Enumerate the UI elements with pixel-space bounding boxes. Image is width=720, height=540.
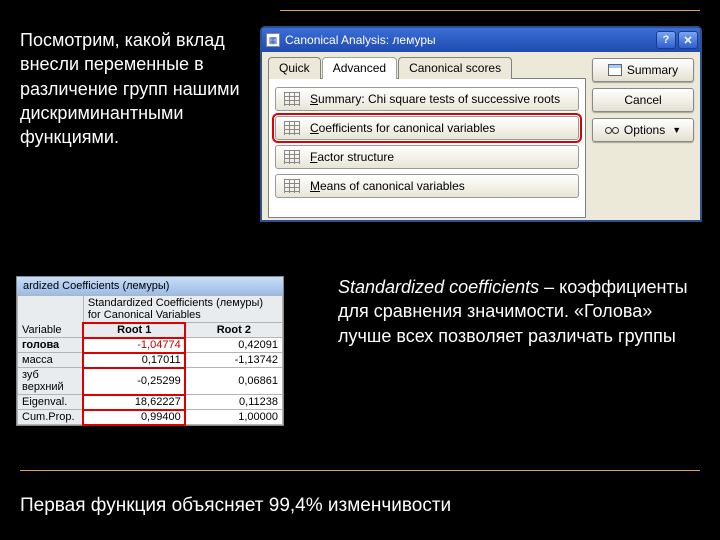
footer-text: Первая функция объясняет 99,4% изменчиво… xyxy=(20,495,700,517)
stdcoef-italic: Standardized coefficients xyxy=(338,277,539,297)
close-button[interactable]: ✕ xyxy=(678,31,698,49)
button-label: Cancel xyxy=(624,93,661,107)
cancel-button[interactable]: Cancel xyxy=(592,88,694,112)
summary-chi-square-button[interactable]: Summary: Chi square tests of successive … xyxy=(275,87,579,111)
col-root1: Root 1 xyxy=(83,323,185,338)
chevron-down-icon: ▼ xyxy=(672,125,681,135)
glasses-icon xyxy=(605,125,619,135)
dialog-titlebar[interactable]: ▦ Canonical Analysis: лемуры ? ✕ xyxy=(262,28,700,52)
summary-button[interactable]: Summary xyxy=(592,58,694,82)
grid-icon xyxy=(608,64,622,76)
grid-icon xyxy=(284,150,300,164)
divider-bottom xyxy=(20,470,700,471)
canonical-analysis-dialog: ▦ Canonical Analysis: лемуры ? ✕ Quick A… xyxy=(260,26,702,222)
help-button[interactable]: ? xyxy=(656,31,676,49)
coefficients-table: Variable Standardized Coefficients (лему… xyxy=(17,295,283,425)
divider-top xyxy=(280,10,700,11)
table-row: зуб верхний -0,25299 0,06861 xyxy=(18,368,283,395)
coef-window-title: ardized Coefficients (лемуры) xyxy=(17,277,283,295)
row-label: Summary: Chi square tests of successive … xyxy=(310,92,560,106)
col-root2: Root 2 xyxy=(185,323,282,338)
tab-quick[interactable]: Quick xyxy=(268,57,321,79)
row-label: Means of canonical variables xyxy=(310,179,465,193)
options-button[interactable]: Options ▼ xyxy=(592,118,694,142)
dialog-tabs: Quick Advanced Canonical scores xyxy=(268,56,586,78)
grid-icon xyxy=(284,179,300,193)
intro-text: Посмотрим, какой вклад внесли переменные… xyxy=(20,28,270,149)
grid-icon xyxy=(284,92,300,106)
button-label: Options xyxy=(624,123,665,137)
row-label: Coefficients for canonical variables xyxy=(310,121,495,135)
row-label: Factor structure xyxy=(310,150,394,164)
tab-advanced[interactable]: Advanced xyxy=(322,57,397,79)
coefficients-window: ardized Coefficients (лемуры) Variable S… xyxy=(16,276,284,426)
factor-structure-button[interactable]: Factor structure xyxy=(275,145,579,169)
table-header-main: Standardized Coefficients (лемуры) for C… xyxy=(83,296,282,323)
col-variable: Variable xyxy=(18,296,84,338)
tab-canonical-scores[interactable]: Canonical scores xyxy=(398,57,512,79)
table-row: Eigenval. 18,62227 0,11238 xyxy=(18,395,283,410)
stdcoef-text: Standardized coefficients – коэффициенты… xyxy=(338,275,698,348)
table-row: масса 0,17011 -1,13742 xyxy=(18,353,283,368)
dialog-title: Canonical Analysis: лемуры xyxy=(285,33,654,47)
coefficients-button[interactable]: Coefficients for canonical variables xyxy=(275,116,579,140)
tab-panel-advanced: Summary: Chi square tests of successive … xyxy=(268,78,586,218)
table-row: голова -1,04774 0,42091 xyxy=(18,338,283,353)
grid-icon xyxy=(284,121,300,135)
button-label: Summary xyxy=(627,63,678,77)
table-row: Cum.Prop. 0,99400 1,00000 xyxy=(18,410,283,425)
app-icon: ▦ xyxy=(266,33,280,47)
means-button[interactable]: Means of canonical variables xyxy=(275,174,579,198)
